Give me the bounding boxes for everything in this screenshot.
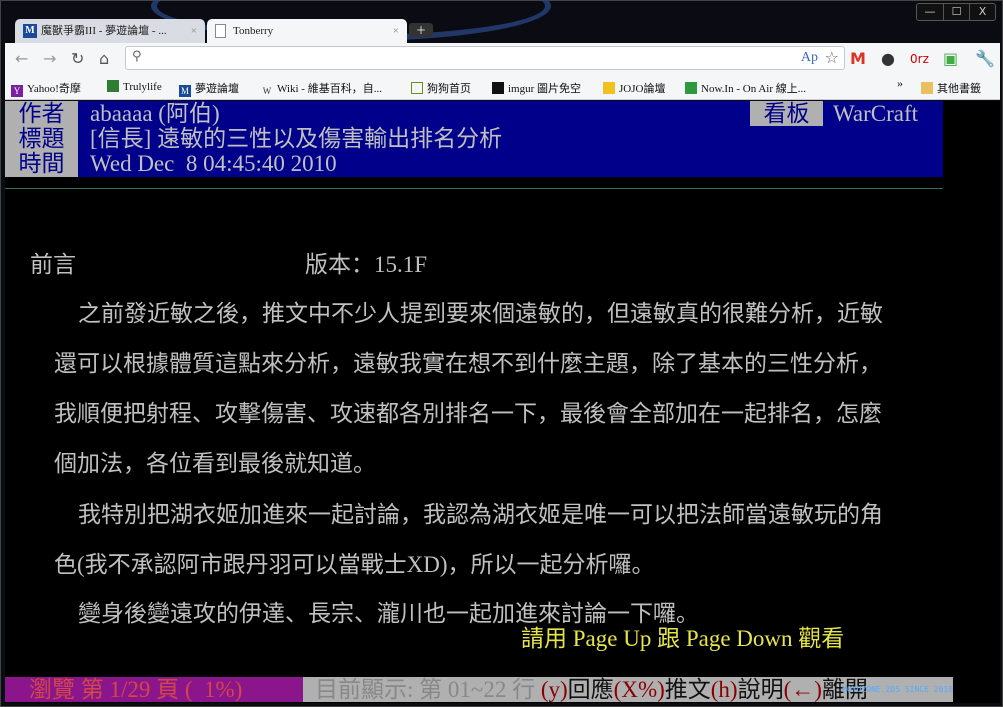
reload-icon[interactable]: ↻	[71, 49, 84, 68]
wikipedia-icon: W	[262, 86, 272, 96]
tree-icon	[107, 80, 119, 92]
version: 版本：15.1F	[305, 252, 428, 277]
wrench-icon[interactable]: 🔧	[975, 49, 995, 68]
bookmark-forum[interactable]: M 夢遊論壇	[179, 80, 239, 97]
body-line: 還可以根據體質這點來分析，遠敏我實在想不到什麼主題，除了基本的三性分析，	[54, 351, 882, 376]
status-bar: 瀏覽 第 1/29 頁 ( 1%) 目前顯示: 第 01~22 行 (y)回應(…	[5, 677, 955, 702]
close-tab-icon[interactable]: ×	[191, 19, 197, 43]
window-controls: — ☐ X	[916, 3, 996, 21]
m-site-icon: M	[179, 85, 191, 97]
intro-heading: 前言	[30, 252, 76, 277]
help-action[interactable]: 說明	[738, 677, 784, 702]
yahoo-icon: Y	[11, 85, 23, 97]
close-window-button[interactable]: X	[969, 4, 995, 20]
bookmarks-overflow-button[interactable]: »	[897, 76, 903, 91]
body-line: 我順便把射程、攻擊傷害、攻速都各別排名一下，最後會全部加在一起排名，怎麼	[54, 401, 882, 426]
title-label: 標題	[5, 126, 78, 151]
imgur-icon	[492, 82, 504, 94]
gmail-icon[interactable]: M	[850, 49, 866, 68]
page-indicator: 瀏覽 第 1/29 頁 ( 1%)	[5, 677, 303, 702]
push-action[interactable]: 推文	[665, 677, 711, 702]
help-key[interactable]: (h)	[711, 677, 738, 702]
tab-forum[interactable]: M 魔獸爭霸III - 夢遊論壇 - ... ×	[15, 19, 205, 43]
jojo-icon	[603, 82, 615, 94]
article-title: [信長] 遠敏的三性以及傷害輸出排名分析	[90, 126, 503, 151]
bookmark-trulylife[interactable]: Trulylife	[107, 80, 162, 93]
dog-icon	[411, 82, 423, 94]
line-range: 目前顯示: 第 01~22 行	[315, 677, 541, 702]
translate-icon[interactable]: Ap	[801, 50, 818, 66]
bbs-terminal: 作者 abaaaa (阿伯) 標題 [信長] 遠敏的三性以及傷害輸出排名分析 時…	[5, 101, 1000, 703]
watermark: MOYUZONE.2DS SINCE 2010	[842, 685, 953, 694]
body-line: 之前發近敏之後，推文中不少人提到要來個遠敏的，但遠敏真的很難分析，近敏	[78, 301, 883, 326]
maximize-button[interactable]: ☐	[943, 4, 969, 20]
body-line: 個加法，各位看到最後就知道。	[54, 451, 376, 476]
monitor-extension-icon[interactable]: ▣	[943, 49, 958, 68]
leave-key[interactable]: (←)	[784, 677, 822, 702]
body-line: 色(我不承認阿市跟丹羽可以當戰士XD)，所以一起分析囉。	[54, 552, 655, 577]
status-commands: 目前顯示: 第 01~22 行 (y)回應(X%)推文(h)說明(←)離開 MO…	[303, 677, 953, 702]
bookmark-jojo[interactable]: JOJO論壇	[603, 80, 665, 96]
home-icon[interactable]: ⌂	[99, 49, 109, 68]
author: abaaaa (阿伯)	[90, 101, 220, 126]
bookmark-yahoo[interactable]: Y Yahoo!奇摩	[11, 80, 81, 97]
bookmark-wiki[interactable]: W Wiki - 維基百科，自...	[261, 80, 382, 97]
nowin-icon	[685, 82, 697, 94]
post-time: Wed Dec 8 04:45:40 2010	[90, 151, 337, 176]
bookmark-nowin[interactable]: Now.In - On Air 線上...	[685, 80, 806, 96]
browser-window: — ☐ X M 魔獸爭霸III - 夢遊論壇 - ... × Tonberry …	[0, 0, 1003, 707]
time-label: 時間	[5, 151, 78, 177]
body-line: 我特別把湖衣姬加進來一起討論，我認為湖衣姬是唯一可以把法師當遠敏玩的角	[78, 502, 883, 527]
author-label: 作者	[5, 101, 78, 126]
back-icon[interactable]: ←	[15, 49, 28, 68]
address-bar[interactable]: ⚲ Ap ☆	[125, 46, 845, 70]
folder-icon	[921, 82, 933, 94]
search-icon: ⚲	[132, 49, 142, 64]
tab-label: 魔獸爭霸III - 夢遊論壇 - ...	[41, 25, 167, 37]
other-bookmarks[interactable]: 其他書籤	[921, 80, 981, 96]
p-extension-icon[interactable]: ●	[881, 49, 895, 68]
star-icon[interactable]: ☆	[825, 48, 839, 67]
close-tab-icon[interactable]: ×	[393, 19, 399, 43]
tab-label: Tonberry	[233, 25, 274, 37]
forward-icon[interactable]: →	[43, 49, 56, 68]
new-tab-button[interactable]: +	[409, 23, 433, 37]
article-header: 作者 abaaaa (阿伯) 標題 [信長] 遠敏的三性以及傷害輸出排名分析 時…	[5, 101, 943, 177]
bookmark-imgur[interactable]: imgur 圖片免空	[492, 80, 581, 96]
push-key[interactable]: (X%)	[614, 677, 665, 702]
minimize-button[interactable]: —	[917, 4, 943, 20]
bookmarks-bar: Y Yahoo!奇摩 Trulylife M 夢遊論壇 W Wiki - 維基百科，自…	[5, 74, 1000, 100]
page-hint: 請用 Page Up 跟 Page Down 觀看	[521, 626, 845, 651]
reply-key[interactable]: (y)	[541, 677, 568, 702]
reply-action[interactable]: 回應	[568, 677, 614, 702]
m-site-icon: M	[23, 24, 37, 38]
bookmark-dog[interactable]: 狗狗首页	[411, 80, 471, 96]
tab-tonberry[interactable]: Tonberry ×	[207, 19, 407, 43]
board-name: WarCraft	[833, 101, 918, 126]
page-icon	[215, 24, 226, 38]
orz-extension-icon[interactable]: 0rz	[910, 52, 929, 66]
header-divider	[5, 188, 943, 189]
board-label: 看板	[750, 101, 823, 126]
toolbar: ← → ↻ ⌂ ⚲ Ap ☆ M ● 0rz ▣ 🔧	[5, 43, 1000, 74]
